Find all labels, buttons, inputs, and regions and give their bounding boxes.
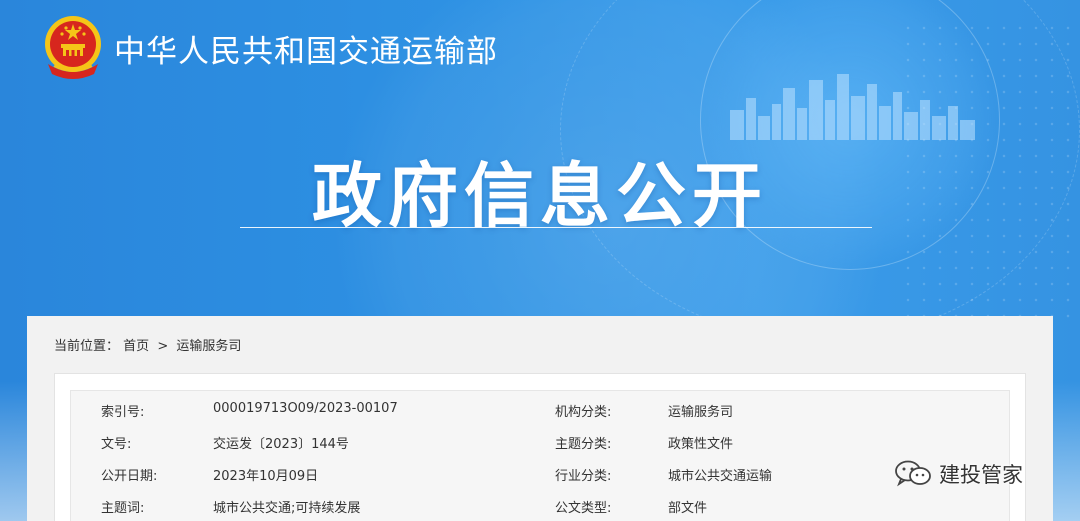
label-document-type: 公文类型: (555, 501, 612, 516)
value-publish-date: 2023年10月09日 (213, 469, 319, 484)
info-row: 索引号: 000019713O09/2023-00107 机构分类: 运输服务司 (71, 393, 1011, 425)
document-info-table: 索引号: 000019713O09/2023-00107 机构分类: 运输服务司… (70, 390, 1010, 521)
label-document-number: 文号: (101, 437, 132, 452)
breadcrumb: 当前位置： 首页 > 运输服务司 (54, 335, 241, 354)
label-topic-category: 主题分类: (555, 437, 612, 452)
value-document-number: 交运发〔2023〕144号 (213, 437, 349, 452)
label-organization-category: 机构分类: (555, 405, 612, 420)
wechat-icon (895, 460, 931, 487)
breadcrumb-item-home[interactable]: 首页 (123, 339, 149, 354)
value-topic-category: 政策性文件 (668, 437, 734, 452)
ministry-name[interactable]: 中华人民共和国交通运输部 (114, 26, 498, 71)
page-title: 政府信息公开 (312, 155, 768, 237)
label-industry-category: 行业分类: (555, 469, 612, 484)
label-publish-date: 公开日期: (101, 469, 158, 484)
skyline-illustration (730, 74, 975, 140)
value-organization-category: 运输服务司 (668, 405, 734, 420)
national-emblem-icon[interactable] (42, 14, 104, 82)
value-document-type: 部文件 (668, 501, 708, 516)
info-row: 文号: 交运发〔2023〕144号 主题分类: 政策性文件 (71, 425, 1011, 457)
breadcrumb-item-transport-service[interactable]: 运输服务司 (176, 339, 241, 354)
watermark-text: 建投管家 (939, 463, 1023, 487)
info-row: 主题词: 城市公共交通;可持续发展 公文类型: 部文件 (71, 489, 1011, 521)
title-underline (240, 227, 872, 228)
breadcrumb-prefix: 当前位置： (54, 339, 120, 354)
value-index-number: 000019713O09/2023-00107 (213, 401, 398, 416)
value-keywords: 城市公共交通;可持续发展 (213, 501, 361, 516)
value-industry-category: 城市公共交通运输 (668, 469, 773, 484)
wechat-watermark: 建投管家 (893, 456, 1053, 490)
label-index-number: 索引号: (101, 405, 145, 420)
info-row: 公开日期: 2023年10月09日 行业分类: 城市公共交通运输 (71, 457, 1011, 489)
breadcrumb-separator: > (157, 339, 169, 354)
label-keywords: 主题词: (101, 501, 145, 516)
